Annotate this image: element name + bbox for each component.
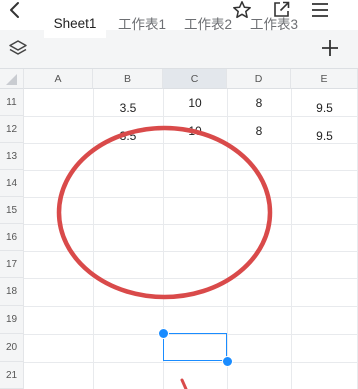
annotation-overlay [56, 125, 273, 389]
red-pen-stroke [180, 378, 188, 389]
red-ellipse-annotation [56, 125, 273, 300]
